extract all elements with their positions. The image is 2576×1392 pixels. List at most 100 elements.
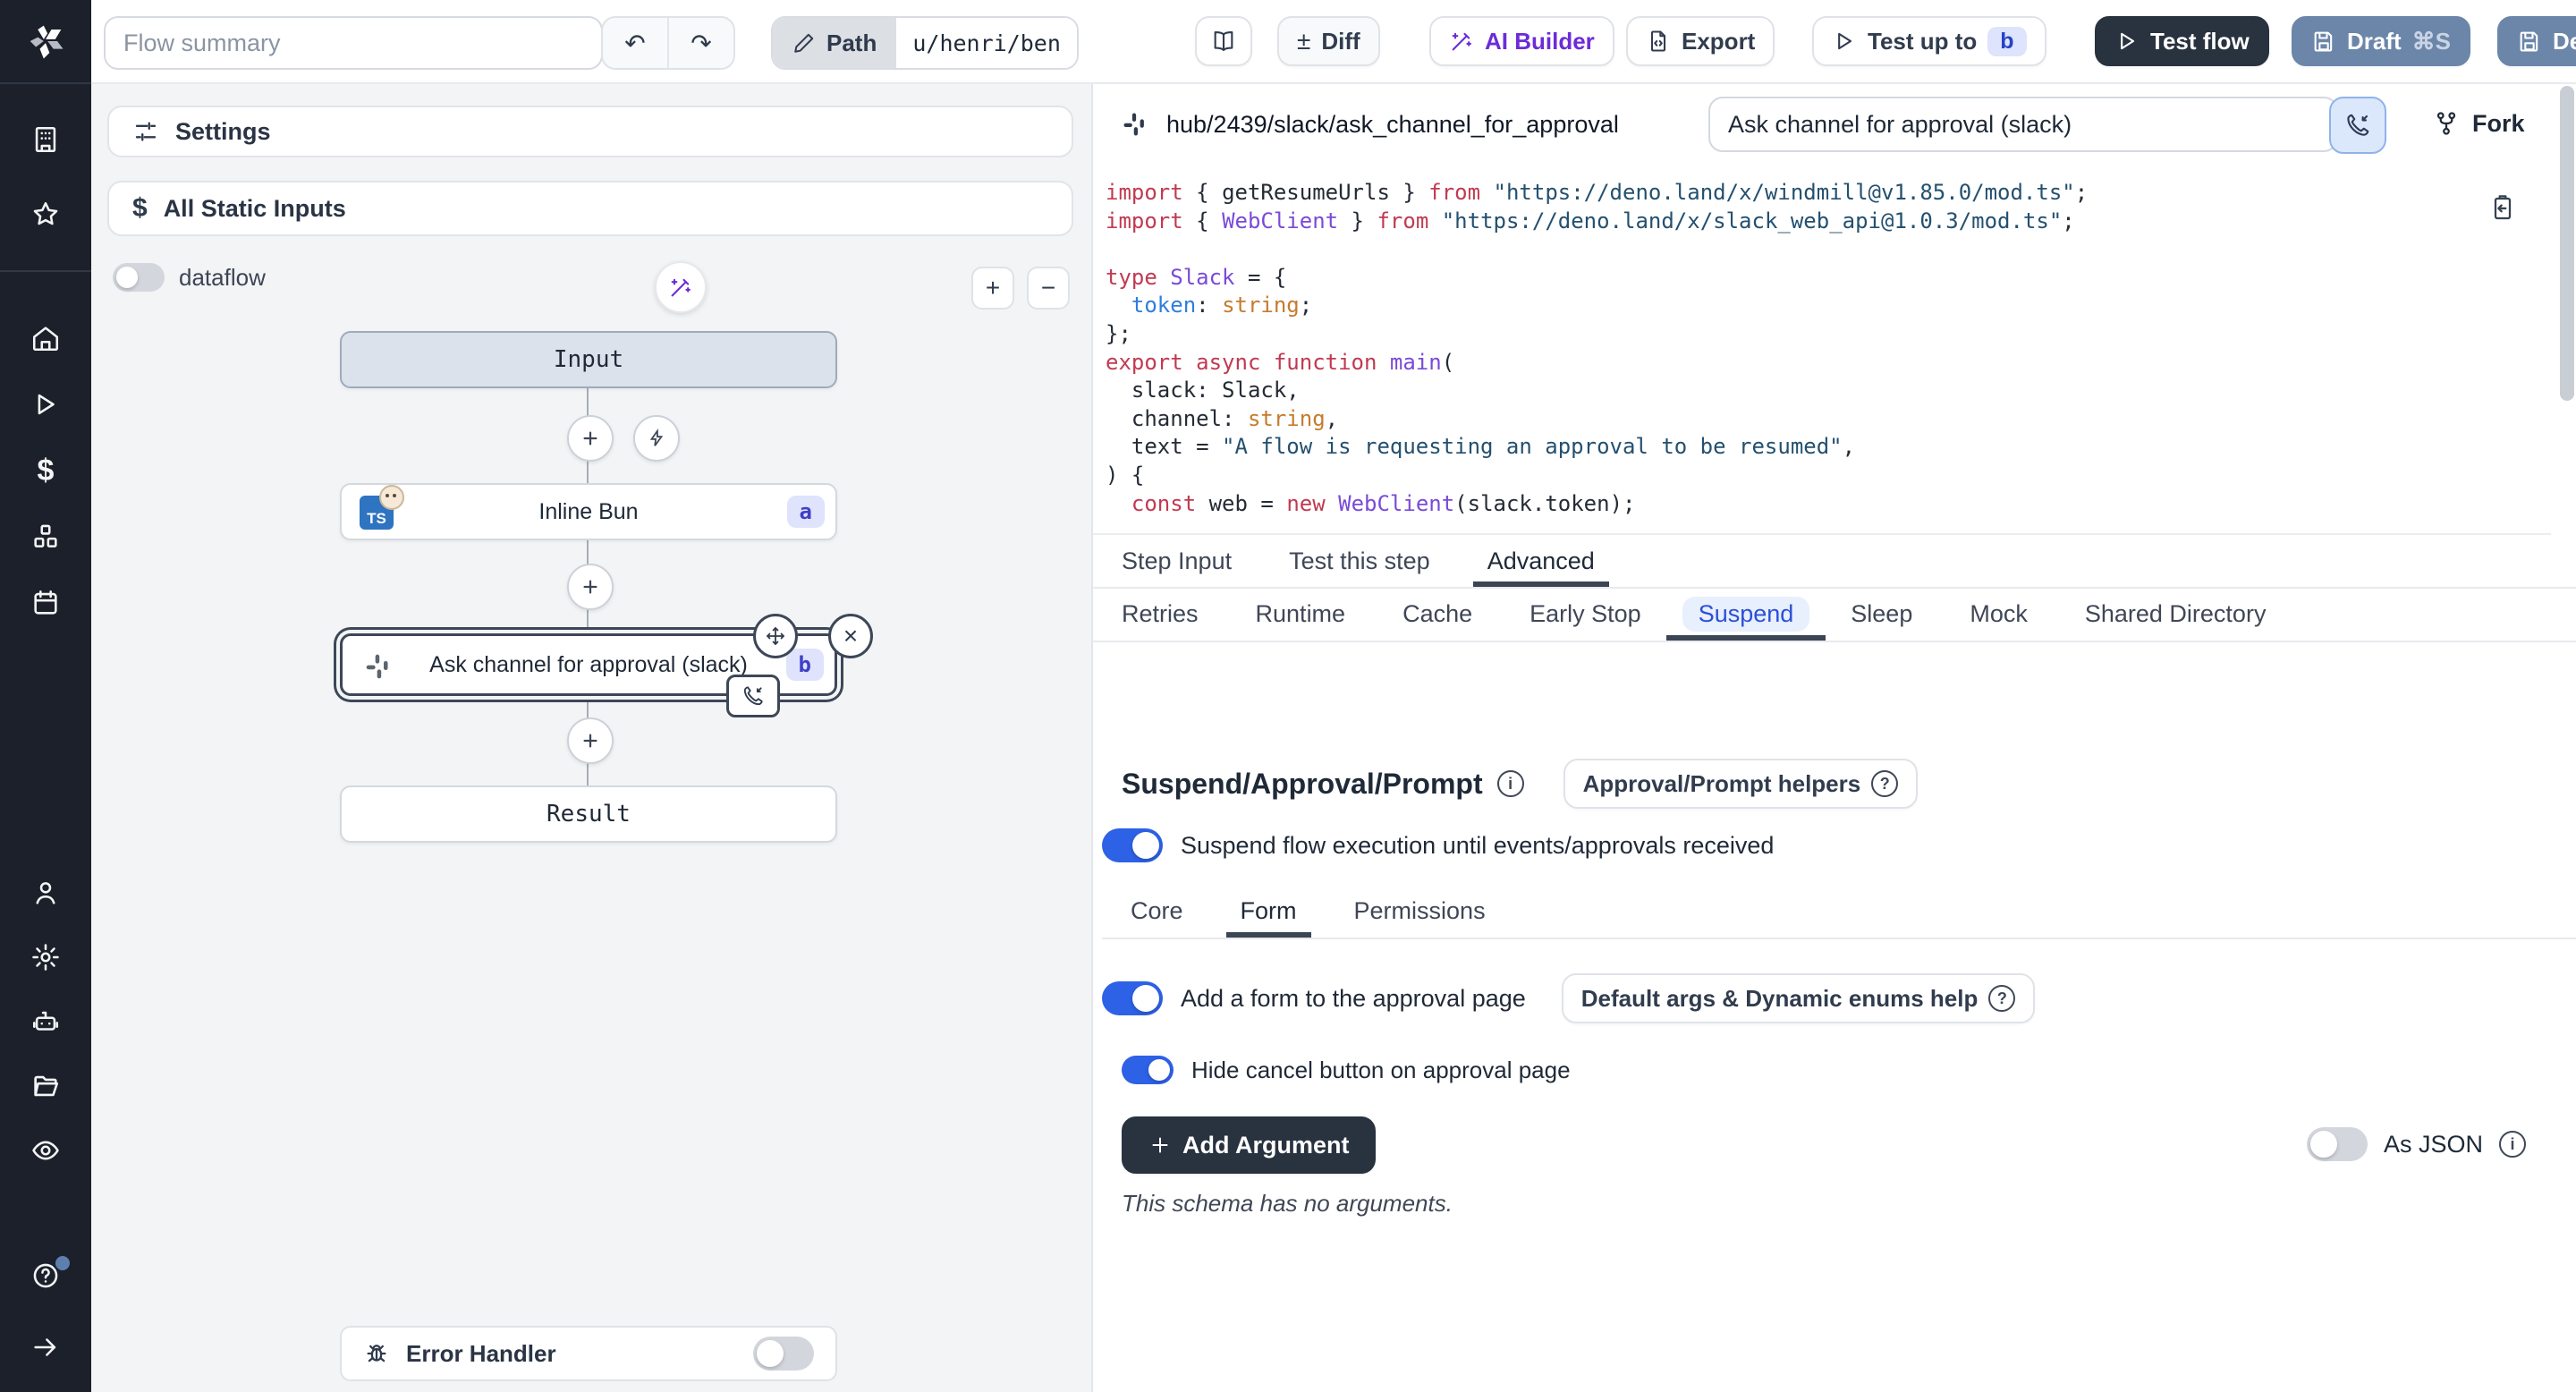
add-step-button[interactable]	[567, 415, 614, 462]
slack-icon	[1122, 111, 1148, 138]
workers-robot-icon[interactable]	[0, 991, 91, 1052]
deploy-button[interactable]: Deploy	[2497, 16, 2576, 66]
approval-helpers-button[interactable]: Approval/Prompt helpers ?	[1563, 759, 1919, 809]
code-line: token: string;	[1106, 292, 2551, 320]
enums-help-button[interactable]: Default args & Dynamic enums help ?	[1562, 973, 2036, 1023]
users-person-icon[interactable]	[0, 862, 91, 923]
tab-mock[interactable]: Mock	[1962, 587, 2035, 641]
plus-icon	[1148, 1133, 1172, 1157]
suspend-heading: Suspend/Approval/Prompt	[1122, 768, 1483, 801]
flow-summary-input[interactable]	[104, 16, 603, 70]
redo-button[interactable]: ↷	[667, 18, 733, 68]
graph-node-inline-bun[interactable]: TS Inline Bun a	[340, 483, 837, 540]
schedules-calendar-icon[interactable]	[0, 573, 91, 633]
hub-path[interactable]: hub/2439/slack/ask_channel_for_approval	[1122, 111, 1619, 139]
save-draft-button[interactable]: Draft ⌘S	[2292, 16, 2470, 66]
suspend-toggle-label: Suspend flow execution until events/appr…	[1181, 832, 1774, 860]
hide-cancel-toggle[interactable]	[1122, 1056, 1174, 1084]
error-handler-card[interactable]: Error Handler	[340, 1326, 837, 1381]
tab-early-stop[interactable]: Early Stop	[1522, 587, 1648, 641]
tab-runtime[interactable]: Runtime	[1249, 587, 1353, 641]
graph-node-result[interactable]: Result	[340, 785, 837, 843]
path-group: Path u/henri/ben	[771, 16, 1079, 70]
step-detail-panel: hub/2439/slack/ask_channel_for_approval …	[1093, 82, 2576, 1392]
home-icon[interactable]	[0, 308, 91, 369]
diff-button[interactable]: ± Diff	[1277, 16, 1380, 66]
test-flow-button[interactable]: Test flow	[2095, 16, 2269, 66]
add-step-button[interactable]	[567, 564, 614, 610]
workspace-icon[interactable]	[0, 109, 91, 170]
add-argument-button[interactable]: Add Argument	[1122, 1116, 1376, 1174]
tab-advanced[interactable]: Advanced	[1480, 535, 1602, 587]
docs-book-button[interactable]	[1195, 16, 1252, 66]
advanced-tabs: Retries Runtime Cache Early Stop Suspend Slee…	[1093, 587, 2576, 642]
suspend-tab-form[interactable]: Form	[1233, 884, 1304, 938]
settings-gear-icon[interactable]	[0, 927, 91, 988]
fork-button[interactable]: Fork	[2422, 97, 2536, 150]
pencil-icon	[792, 31, 816, 55]
tab-sleep[interactable]: Sleep	[1843, 587, 1919, 641]
error-handler-toggle[interactable]	[753, 1337, 814, 1371]
suspend-approval-button[interactable]	[2329, 97, 2386, 154]
tab-shared-directory[interactable]: Shared Directory	[2078, 587, 2274, 641]
topbar: ↶ ↷ Path u/henri/ben ± Diff AI Builder E…	[91, 0, 2576, 84]
graph-node-input[interactable]: Input	[340, 331, 837, 388]
scrollbar-thumb[interactable]	[2560, 86, 2574, 401]
test-up-to-button[interactable]: Test up to b	[1812, 16, 2046, 66]
step-id-badge: b	[786, 649, 824, 681]
tab-cache[interactable]: Cache	[1395, 587, 1479, 641]
move-step-button[interactable]	[753, 614, 798, 658]
help-icon[interactable]	[0, 1245, 91, 1306]
audit-eye-icon[interactable]	[0, 1120, 91, 1181]
runs-play-icon[interactable]	[0, 374, 91, 435]
add-step-button[interactable]	[567, 717, 614, 764]
favorites-star-icon[interactable]	[0, 184, 91, 245]
add-form-label: Add a form to the approval page	[1181, 985, 1526, 1013]
add-form-toggle[interactable]	[1102, 981, 1163, 1015]
fork-icon	[2433, 110, 2460, 137]
suspend-sub-tabs: Core Form Permissions	[1102, 884, 2576, 939]
tab-suspend[interactable]: Suspend	[1691, 587, 1801, 641]
code-editor[interactable]: import { getResumeUrls } from "https://d…	[1093, 166, 2551, 535]
save-icon	[2311, 29, 2336, 54]
suspend-tab-core[interactable]: Core	[1123, 884, 1191, 938]
as-json-toggle[interactable]	[2307, 1127, 2368, 1161]
code-line	[1106, 235, 2551, 264]
info-icon[interactable]: i	[2499, 1131, 2526, 1158]
sidebar-divider	[0, 270, 91, 272]
undo-redo-group: ↶ ↷	[601, 16, 735, 70]
save-icon	[2517, 29, 2542, 54]
step-id-badge: a	[787, 496, 825, 528]
question-icon: ?	[1988, 985, 2015, 1012]
suspend-execution-toggle[interactable]	[1102, 828, 1163, 862]
undo-button[interactable]: ↶	[603, 18, 667, 68]
ai-builder-button[interactable]: AI Builder	[1429, 16, 1614, 66]
variables-dollar-icon[interactable]: $	[0, 440, 91, 501]
file-code-icon	[1646, 29, 1671, 54]
shortcut-hint: ⌘S	[2412, 28, 2451, 55]
code-line: export async function main(	[1106, 349, 2551, 378]
step-name-input[interactable]	[1708, 97, 2338, 152]
flow-graph: Input TS Inline Bun a	[91, 82, 1091, 1392]
resources-boxes-icon[interactable]	[0, 506, 91, 567]
book-icon	[1211, 29, 1236, 54]
suspend-phone-badge[interactable]	[726, 675, 780, 717]
suspend-tab-permissions[interactable]: Permissions	[1347, 884, 1493, 938]
tab-test-this-step[interactable]: Test this step	[1282, 535, 1437, 587]
copy-code-button[interactable]	[2488, 193, 2517, 222]
delete-step-button[interactable]: ×	[828, 614, 873, 658]
export-button[interactable]: Export	[1626, 16, 1775, 66]
code-line: ) {	[1106, 462, 2551, 490]
folders-icon[interactable]	[0, 1056, 91, 1116]
clipboard-icon	[2488, 193, 2517, 222]
path-value[interactable]: u/henri/ben	[896, 18, 1077, 68]
path-button[interactable]: Path	[773, 18, 896, 68]
code-line: type Slack = {	[1106, 264, 2551, 293]
add-trigger-bolt-button[interactable]	[633, 415, 680, 462]
tab-retries[interactable]: Retries	[1114, 587, 1206, 641]
windmill-logo-icon[interactable]	[0, 0, 91, 82]
info-icon[interactable]: i	[1497, 770, 1524, 797]
step-badge: b	[1987, 27, 2026, 56]
tab-step-input[interactable]: Step Input	[1114, 535, 1239, 587]
collapse-arrow-icon[interactable]	[0, 1317, 91, 1378]
